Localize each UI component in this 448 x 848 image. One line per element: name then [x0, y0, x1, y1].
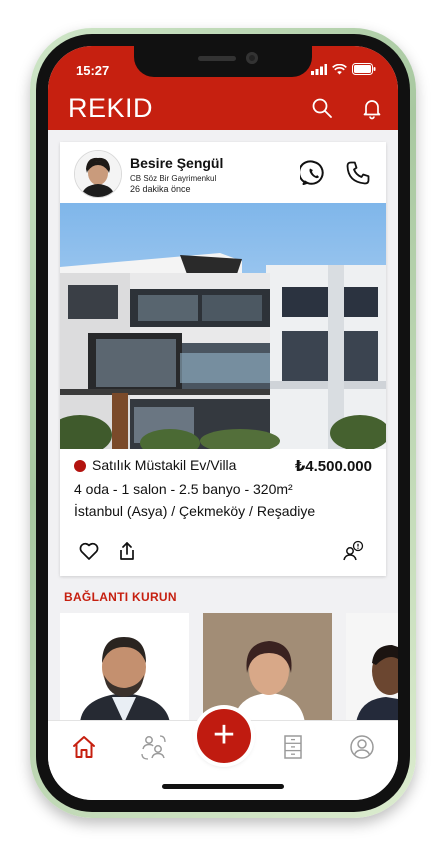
status-time: 15:27 [76, 63, 110, 78]
listing-price: ₺4.500.000 [294, 458, 372, 475]
home-indicator[interactable] [162, 784, 284, 789]
phone-notch [134, 46, 312, 77]
listings-icon[interactable] [279, 733, 307, 761]
agent-name[interactable]: Besire Şengül [130, 155, 223, 171]
bell-icon[interactable] [360, 96, 384, 120]
phone-icon[interactable] [344, 159, 372, 187]
contact-person-icon[interactable] [342, 540, 364, 562]
wifi-icon [332, 63, 347, 74]
app-screen: 15:27 REKID Besire Şengül CB Söz Bir Gay… [48, 46, 398, 800]
listing-card[interactable]: Besire Şengül CB Söz Bir Gayrimenkul 26 … [60, 142, 386, 576]
add-listing-button[interactable]: + [197, 709, 251, 763]
agent-avatar[interactable] [74, 150, 122, 198]
connections-icon[interactable] [139, 733, 167, 761]
listing-type: Satılık Müstakil Ev/Villa [92, 457, 237, 473]
contact-card[interactable] [203, 613, 332, 723]
home-icon[interactable] [70, 733, 98, 761]
listing-location: İstanbul (Asya) / Çekmeköy / Reşadiye [74, 503, 316, 519]
listing-specs: 4 oda - 1 salon - 2.5 banyo - 320m² [74, 481, 293, 497]
heart-icon[interactable] [78, 540, 100, 562]
listing-photo[interactable] [60, 203, 386, 449]
agent-company: CB Söz Bir Gayrimenkul [130, 174, 217, 183]
search-icon[interactable] [310, 96, 334, 120]
status-icons [311, 63, 376, 75]
posted-time: 26 dakika önce [130, 184, 191, 194]
contact-card[interactable] [346, 613, 398, 723]
profile-icon[interactable] [348, 733, 376, 761]
listing-status-dot [74, 460, 86, 472]
connect-section-title: BAĞLANTI KURUN [64, 590, 177, 604]
share-icon[interactable] [116, 540, 138, 562]
contact-card[interactable] [60, 613, 189, 723]
app-logo: REKID [68, 93, 154, 123]
battery-icon [352, 63, 376, 75]
whatsapp-icon[interactable] [300, 159, 328, 187]
signal-icon [311, 63, 327, 75]
